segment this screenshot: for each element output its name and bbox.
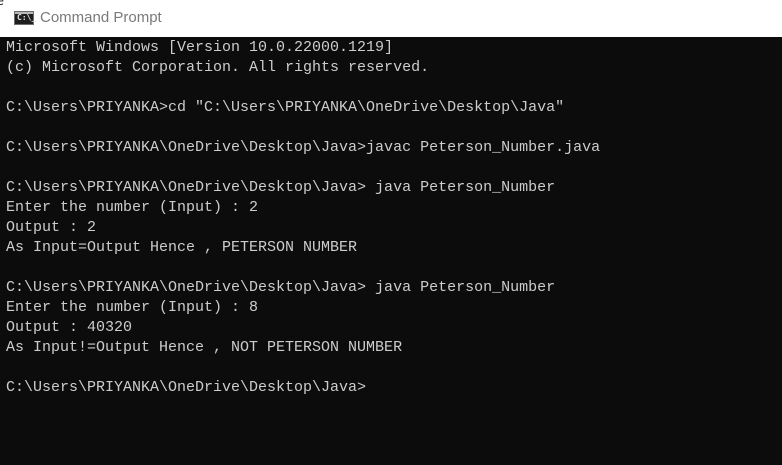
console-line: C:\Users\PRIYANKA\OneDrive\Desktop\Java>… <box>6 179 556 196</box>
console-line: As Input=Output Hence , PETERSON NUMBER <box>6 239 358 256</box>
console-line: As Input!=Output Hence , NOT PETERSON NU… <box>6 339 403 356</box>
window-title: Command Prompt <box>40 9 162 26</box>
console-line: Output : 2 <box>6 219 97 236</box>
console-line: C:\Users\PRIYANKA\OneDrive\Desktop\Java> <box>6 379 367 396</box>
console-line: C:\Users\PRIYANKA\OneDrive\Desktop\Java>… <box>6 279 556 296</box>
console-line: C:\Users\PRIYANKA>cd "C:\Users\PRIYANKA\… <box>6 99 565 116</box>
command-prompt-window: e C:\_ Command Prompt Microsoft Windows … <box>0 0 782 465</box>
console-line: Microsoft Windows [Version 10.0.22000.12… <box>6 39 394 56</box>
console-line: Enter the number (Input) : 8 <box>6 299 259 316</box>
console-line: C:\Users\PRIYANKA\OneDrive\Desktop\Java>… <box>6 139 601 156</box>
title-bar[interactable]: e C:\_ Command Prompt <box>0 0 782 37</box>
edge-glyph: e <box>0 0 4 9</box>
console-line: (c) Microsoft Corporation. All rights re… <box>6 59 430 76</box>
icon-prompt-glyph: C:\_ <box>17 13 37 22</box>
console-output[interactable]: Microsoft Windows [Version 10.0.22000.12… <box>6 37 776 465</box>
command-prompt-icon[interactable]: C:\_ <box>14 11 37 25</box>
console-line: Output : 40320 <box>6 319 133 336</box>
console-line: Enter the number (Input) : 2 <box>6 199 259 216</box>
